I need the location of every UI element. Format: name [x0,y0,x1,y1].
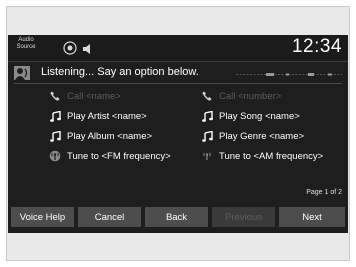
header-divider [8,61,348,62]
radio-icon [48,150,62,162]
command-label: Tune to <FM frequency> [67,150,171,162]
command-label: Call <number> [219,90,282,102]
status-bar: Audio Source 12:34 [8,35,348,61]
music-note-icon [200,110,214,122]
command-play-album: Play Album <name> [48,128,152,144]
music-note-icon [200,130,214,142]
command-label: Play Genre <name> [219,130,305,142]
command-call-name: Call <name> [48,88,121,104]
previous-button[interactable]: Previous [212,207,275,227]
list-divider [14,83,342,84]
back-button[interactable]: Back [145,207,208,227]
command-label: Play Song <name> [219,110,300,122]
command-play-artist: Play Artist <name> [48,108,147,124]
phone-icon [200,90,214,102]
radio-icon [200,150,214,162]
command-tune-fm: Tune to <FM frequency> [48,148,171,164]
command-label: Tune to <AM frequency> [219,150,324,162]
command-call-number: Call <number> [200,88,281,104]
voice-help-button[interactable]: Voice Help [11,207,74,227]
clock: 12:34 [291,36,342,57]
listening-banner: Listening... Say an option below. [8,63,348,83]
command-tune-am: Tune to <AM frequency> [200,148,323,164]
cancel-button[interactable]: Cancel [78,207,141,227]
command-label: Play Artist <name> [67,110,147,122]
music-note-icon [48,130,62,142]
waveform-indicator [236,73,342,76]
voice-portal-icon [63,41,77,60]
command-play-song: Play Song <name> [200,108,300,124]
command-label: Play Album <name> [67,130,153,142]
voice-command-screen: Audio Source 12:34 Listening... Say an o… [8,35,348,233]
speaker-icon [82,42,94,60]
page-indicator: Page 1 of 2 [306,189,342,196]
music-note-icon [48,110,62,122]
command-play-genre: Play Genre <name> [200,128,304,144]
phone-icon [48,90,62,102]
next-button[interactable]: Next [279,207,345,227]
command-label: Call <name> [67,90,121,102]
listening-prompt: Listening... Say an option below. [41,66,199,78]
audio-source-button[interactable]: Audio Source [14,37,38,51]
